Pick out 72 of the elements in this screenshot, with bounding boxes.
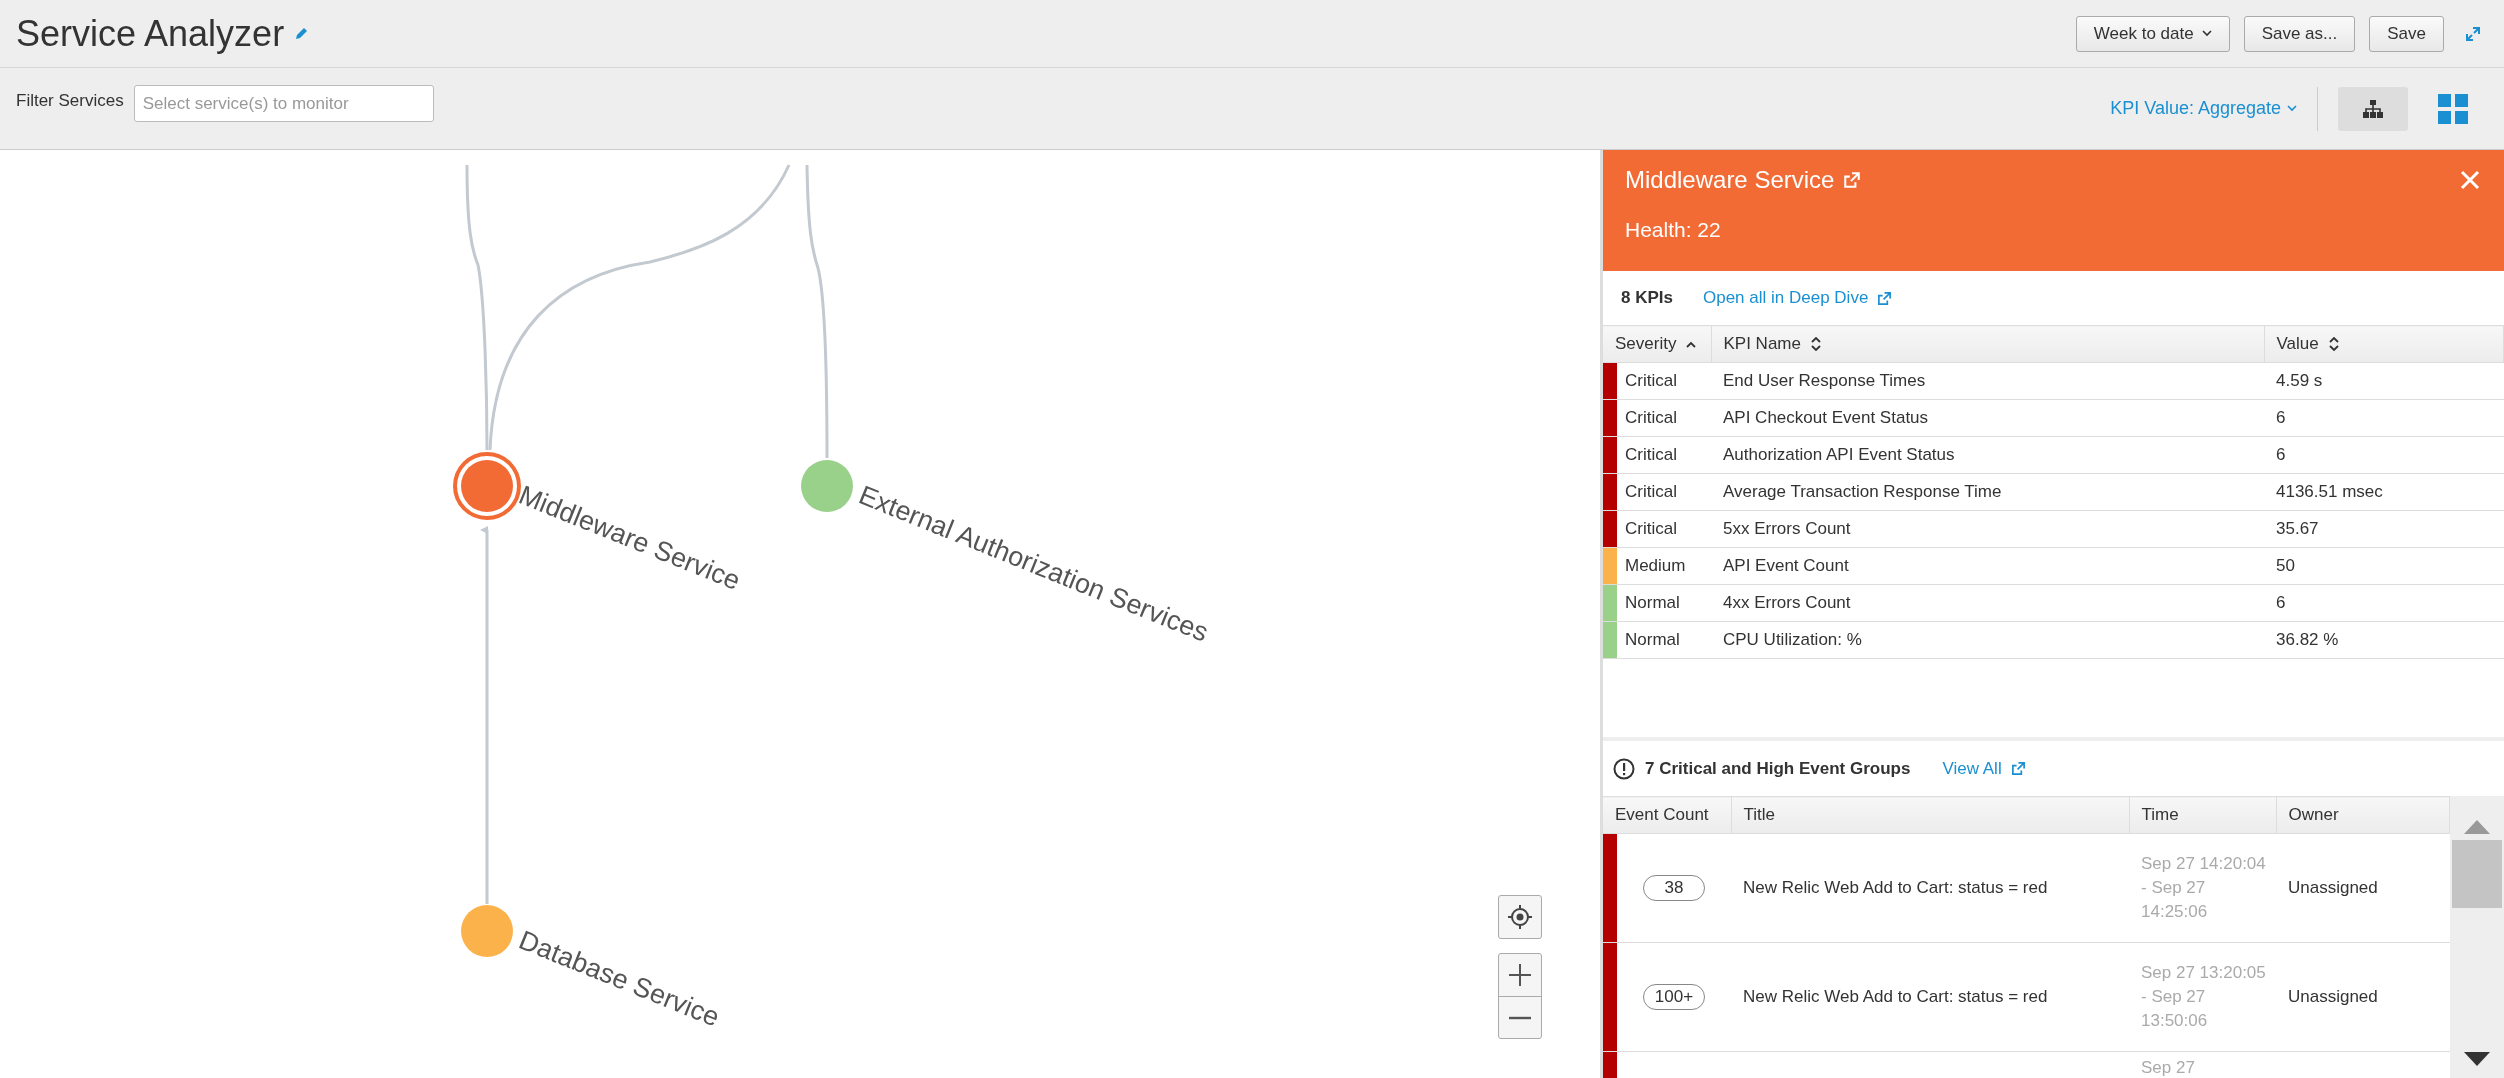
table-cell: 5xx Errors Count bbox=[1711, 510, 2264, 548]
table-cell: Normal bbox=[1617, 621, 1711, 659]
column-header[interactable]: Event Count bbox=[1603, 796, 1731, 834]
save-button[interactable]: Save bbox=[2369, 15, 2444, 52]
table-cell: Unassigned bbox=[2276, 833, 2450, 943]
tree-view-button[interactable] bbox=[2338, 86, 2408, 131]
scroll-up-icon bbox=[2464, 820, 2490, 834]
kpi-count: 8 KPIs bbox=[1621, 288, 1673, 308]
event-time: Sep 27 14:20:04 - Sep 27 14:25:06 bbox=[2141, 854, 2266, 921]
service-filter-field[interactable]: Select service(s) to monitor bbox=[133, 85, 434, 122]
scroll-down-icon bbox=[2464, 1052, 2490, 1066]
table-cell: Normal bbox=[1617, 584, 1711, 622]
table-cell: 6 bbox=[2264, 436, 2504, 474]
hierarchy-icon bbox=[2363, 99, 2383, 118]
alert-icon bbox=[1613, 757, 1635, 780]
event-time: Sep 27 bbox=[2141, 1058, 2195, 1077]
table-cell: 50 bbox=[2264, 547, 2504, 585]
column-header[interactable]: Value bbox=[2264, 325, 2504, 363]
view-all-link[interactable]: View All bbox=[1942, 758, 2026, 779]
table-cell: 36.82 % bbox=[2264, 621, 2504, 659]
table-cell: API Event Count bbox=[1711, 547, 2264, 585]
close-icon bbox=[2460, 170, 2480, 190]
table-cell: Critical bbox=[1617, 510, 1711, 548]
table-cell: Medium bbox=[1617, 547, 1711, 585]
table-cell: 4xx Errors Count bbox=[1711, 584, 2264, 622]
caret-icon bbox=[2287, 105, 2297, 112]
column-header[interactable]: KPI Name bbox=[1711, 325, 2264, 363]
event-groups-heading: 7 Critical and High Event Groups bbox=[1645, 758, 1911, 779]
pencil-icon bbox=[294, 26, 309, 41]
column-header[interactable]: Severity bbox=[1603, 325, 1711, 363]
table-cell: Critical bbox=[1617, 436, 1711, 474]
minus-icon bbox=[1509, 1015, 1531, 1020]
external-link-icon bbox=[2010, 761, 2026, 776]
column-header[interactable]: Owner bbox=[2276, 796, 2450, 834]
health-score: Health: 22 bbox=[1625, 218, 1722, 242]
table-cell: Average Transaction Response Time bbox=[1711, 473, 2264, 511]
external-link-icon bbox=[1843, 171, 1862, 189]
close-button[interactable] bbox=[2458, 168, 2482, 192]
save-button[interactable]: Save as... bbox=[2243, 15, 2356, 52]
table-cell: CPU Utilization: % bbox=[1711, 621, 2264, 659]
column-header[interactable]: Title bbox=[1731, 796, 2129, 834]
external-link-icon bbox=[1877, 290, 1893, 306]
service-node[interactable] bbox=[461, 905, 513, 957]
table-cell: API Checkout Event Status bbox=[1711, 399, 2264, 437]
service-node[interactable] bbox=[801, 460, 853, 512]
table-cell: Critical bbox=[1617, 473, 1711, 511]
scrollbar-thumb[interactable] bbox=[2452, 840, 2502, 908]
table-cell: End User Response Times bbox=[1711, 362, 2264, 400]
column-header[interactable]: Time bbox=[2129, 796, 2276, 834]
deep-dive-link[interactable]: Open all in Deep Dive bbox=[1703, 288, 1893, 308]
expand-icon bbox=[2466, 26, 2480, 41]
plus-icon bbox=[1509, 964, 1531, 986]
table-cell: New Relic Web Add to Cart: status = red bbox=[1731, 833, 2129, 943]
table-cell: 4.59 s bbox=[2264, 362, 2504, 400]
grid-icon bbox=[2438, 93, 2468, 124]
time-range-dropdown[interactable]: Week to date bbox=[2075, 15, 2230, 52]
filter-label: Filter Services bbox=[16, 91, 124, 111]
table-cell: 35.67 bbox=[2264, 510, 2504, 548]
table-cell: Critical bbox=[1617, 362, 1711, 400]
event-time: Sep 27 13:20:05 - Sep 27 13:50:06 bbox=[2141, 963, 2266, 1030]
target-icon bbox=[1508, 905, 1532, 929]
selected-service-node[interactable] bbox=[453, 452, 521, 520]
table-cell: 6 bbox=[2264, 399, 2504, 437]
scrollbar[interactable] bbox=[2450, 796, 2504, 1078]
table-cell: Critical bbox=[1617, 399, 1711, 437]
page-title: Service Analyzer bbox=[16, 12, 285, 55]
table-cell: Authorization API Event Status bbox=[1711, 436, 2264, 474]
table-cell: 6 bbox=[2264, 584, 2504, 622]
table-cell: Unassigned bbox=[2276, 942, 2450, 1052]
table-cell: New Relic Web Add to Cart: status = red bbox=[1731, 942, 2129, 1052]
table-cell: 4136.51 msec bbox=[2264, 473, 2504, 511]
caret-icon bbox=[2201, 30, 2212, 37]
